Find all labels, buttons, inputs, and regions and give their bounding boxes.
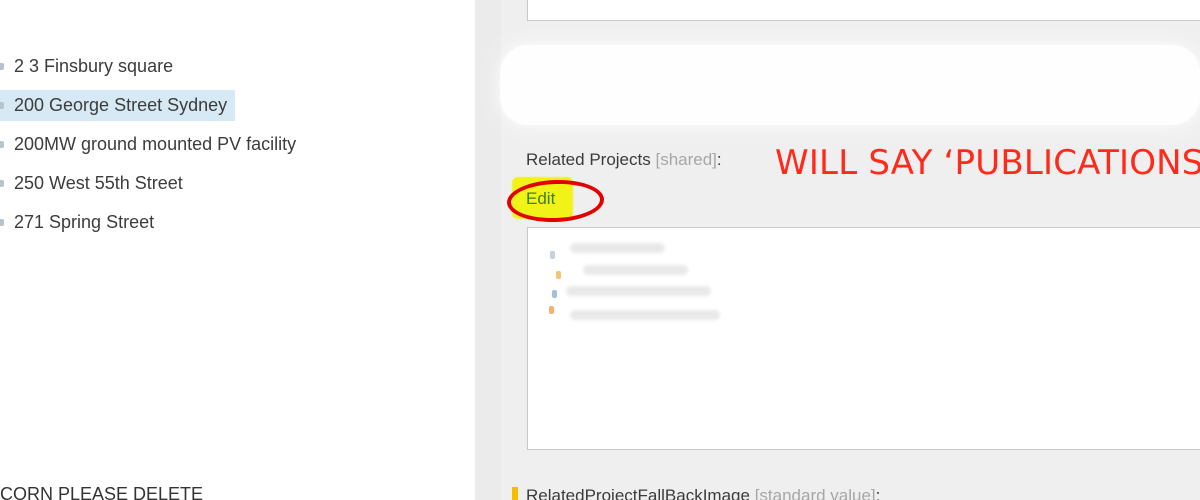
tree-item-label: 250 West 55th Street: [14, 173, 183, 193]
tree-item-george-street-sydney[interactable]: 200 George Street Sydney: [0, 90, 236, 121]
tree-item-label: 2 3 Finsbury square: [14, 56, 174, 76]
tree-node-icon: [0, 63, 4, 70]
tree-item-spring-street[interactable]: 271 Spring Street: [0, 207, 162, 238]
tree-item-label: 200MW ground mounted PV facility: [14, 134, 297, 154]
tree-item-finsbury-square[interactable]: 2 3 Finsbury square: [0, 51, 181, 82]
tree-item-label: 271 Spring Street: [14, 212, 155, 232]
standard-value-label: [standard value]: [754, 486, 876, 500]
tree-item-pv-facility[interactable]: 200MW ground mounted PV facility: [0, 129, 304, 160]
redacted-icon: [552, 290, 557, 298]
top-field-input[interactable]: [527, 0, 1200, 21]
shared-scope-label: [shared]: [655, 150, 717, 169]
redacted-list-item: [570, 243, 665, 253]
redacted-icon: [556, 271, 561, 279]
panel-divider: [475, 0, 501, 500]
redacted-list-item: [566, 286, 711, 296]
redacted-icon: [550, 251, 555, 259]
tree-item-west-55th-street[interactable]: 250 West 55th Street: [0, 168, 191, 199]
field-colon: :: [875, 486, 881, 500]
redacted-list-item: [583, 265, 688, 275]
related-projects-label: Related Projects: [526, 150, 651, 169]
related-project-fallback-image-field-label: RelatedProjectFallBackImage [standard va…: [526, 486, 880, 500]
field-accent-bar: [512, 487, 518, 500]
content-tree-panel: 2 3 Finsbury square 200 George Street Sy…: [0, 0, 475, 500]
related-projects-listbox[interactable]: [527, 227, 1200, 450]
related-projects-field-label: Related Projects [shared]:: [526, 150, 722, 170]
field-colon: :: [716, 150, 722, 169]
tree-node-icon: [0, 102, 4, 109]
redacted-list-item: [570, 310, 720, 320]
tree-node-icon: [0, 180, 4, 187]
fallback-image-label: RelatedProjectFallBackImage: [526, 486, 750, 500]
redacted-icon: [549, 306, 554, 314]
tree-node-icon: [0, 141, 4, 148]
tree-item-label: 200 George Street Sydney: [14, 95, 228, 115]
tree-bottom-partial-label[interactable]: CORN PLEASE DELETE: [0, 484, 203, 500]
content-editor-screen: 2 3 Finsbury square 200 George Street Sy…: [0, 0, 1200, 500]
publications-annotation: WILL SAY ‘PUBLICATIONS’: [775, 143, 1200, 183]
tree-node-icon: [0, 219, 4, 226]
redacted-section: [500, 45, 1200, 125]
